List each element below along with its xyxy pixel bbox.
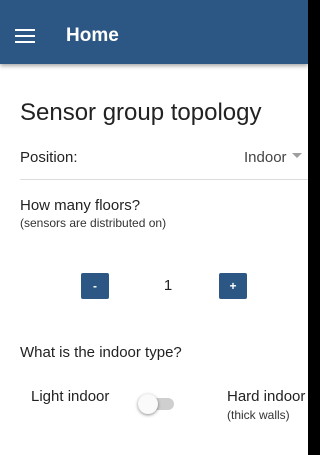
floors-subtitle: (sensors are distributed on) (20, 216, 167, 230)
position-selected-value: Indoor (244, 149, 287, 166)
floors-decrement-button[interactable]: - (81, 273, 109, 299)
toggle-knob (138, 394, 158, 414)
floors-increment-button[interactable]: + (219, 273, 247, 299)
app-screen: Home Sensor group topology Position: Ind… (0, 0, 308, 455)
page-title: Sensor group topology (20, 99, 262, 126)
app-bar: Home (0, 0, 308, 64)
indoor-type-question: What is the indoor type? (20, 344, 182, 361)
indoor-type-toggle[interactable] (138, 394, 178, 414)
app-bar-title: Home (66, 25, 119, 46)
hamburger-menu-icon[interactable] (15, 26, 37, 44)
hard-indoor-subtitle: (thick walls) (227, 408, 290, 422)
dropdown-caret-icon (291, 153, 302, 159)
hard-indoor-label: Hard indoor (227, 388, 306, 405)
position-dropdown[interactable]: Indoor (244, 148, 308, 170)
floors-question: How many floors? (20, 197, 141, 214)
light-indoor-label: Light indoor (31, 388, 110, 405)
divider (20, 179, 308, 180)
position-label: Position: (20, 149, 78, 166)
floors-count-value: 1 (163, 277, 173, 294)
